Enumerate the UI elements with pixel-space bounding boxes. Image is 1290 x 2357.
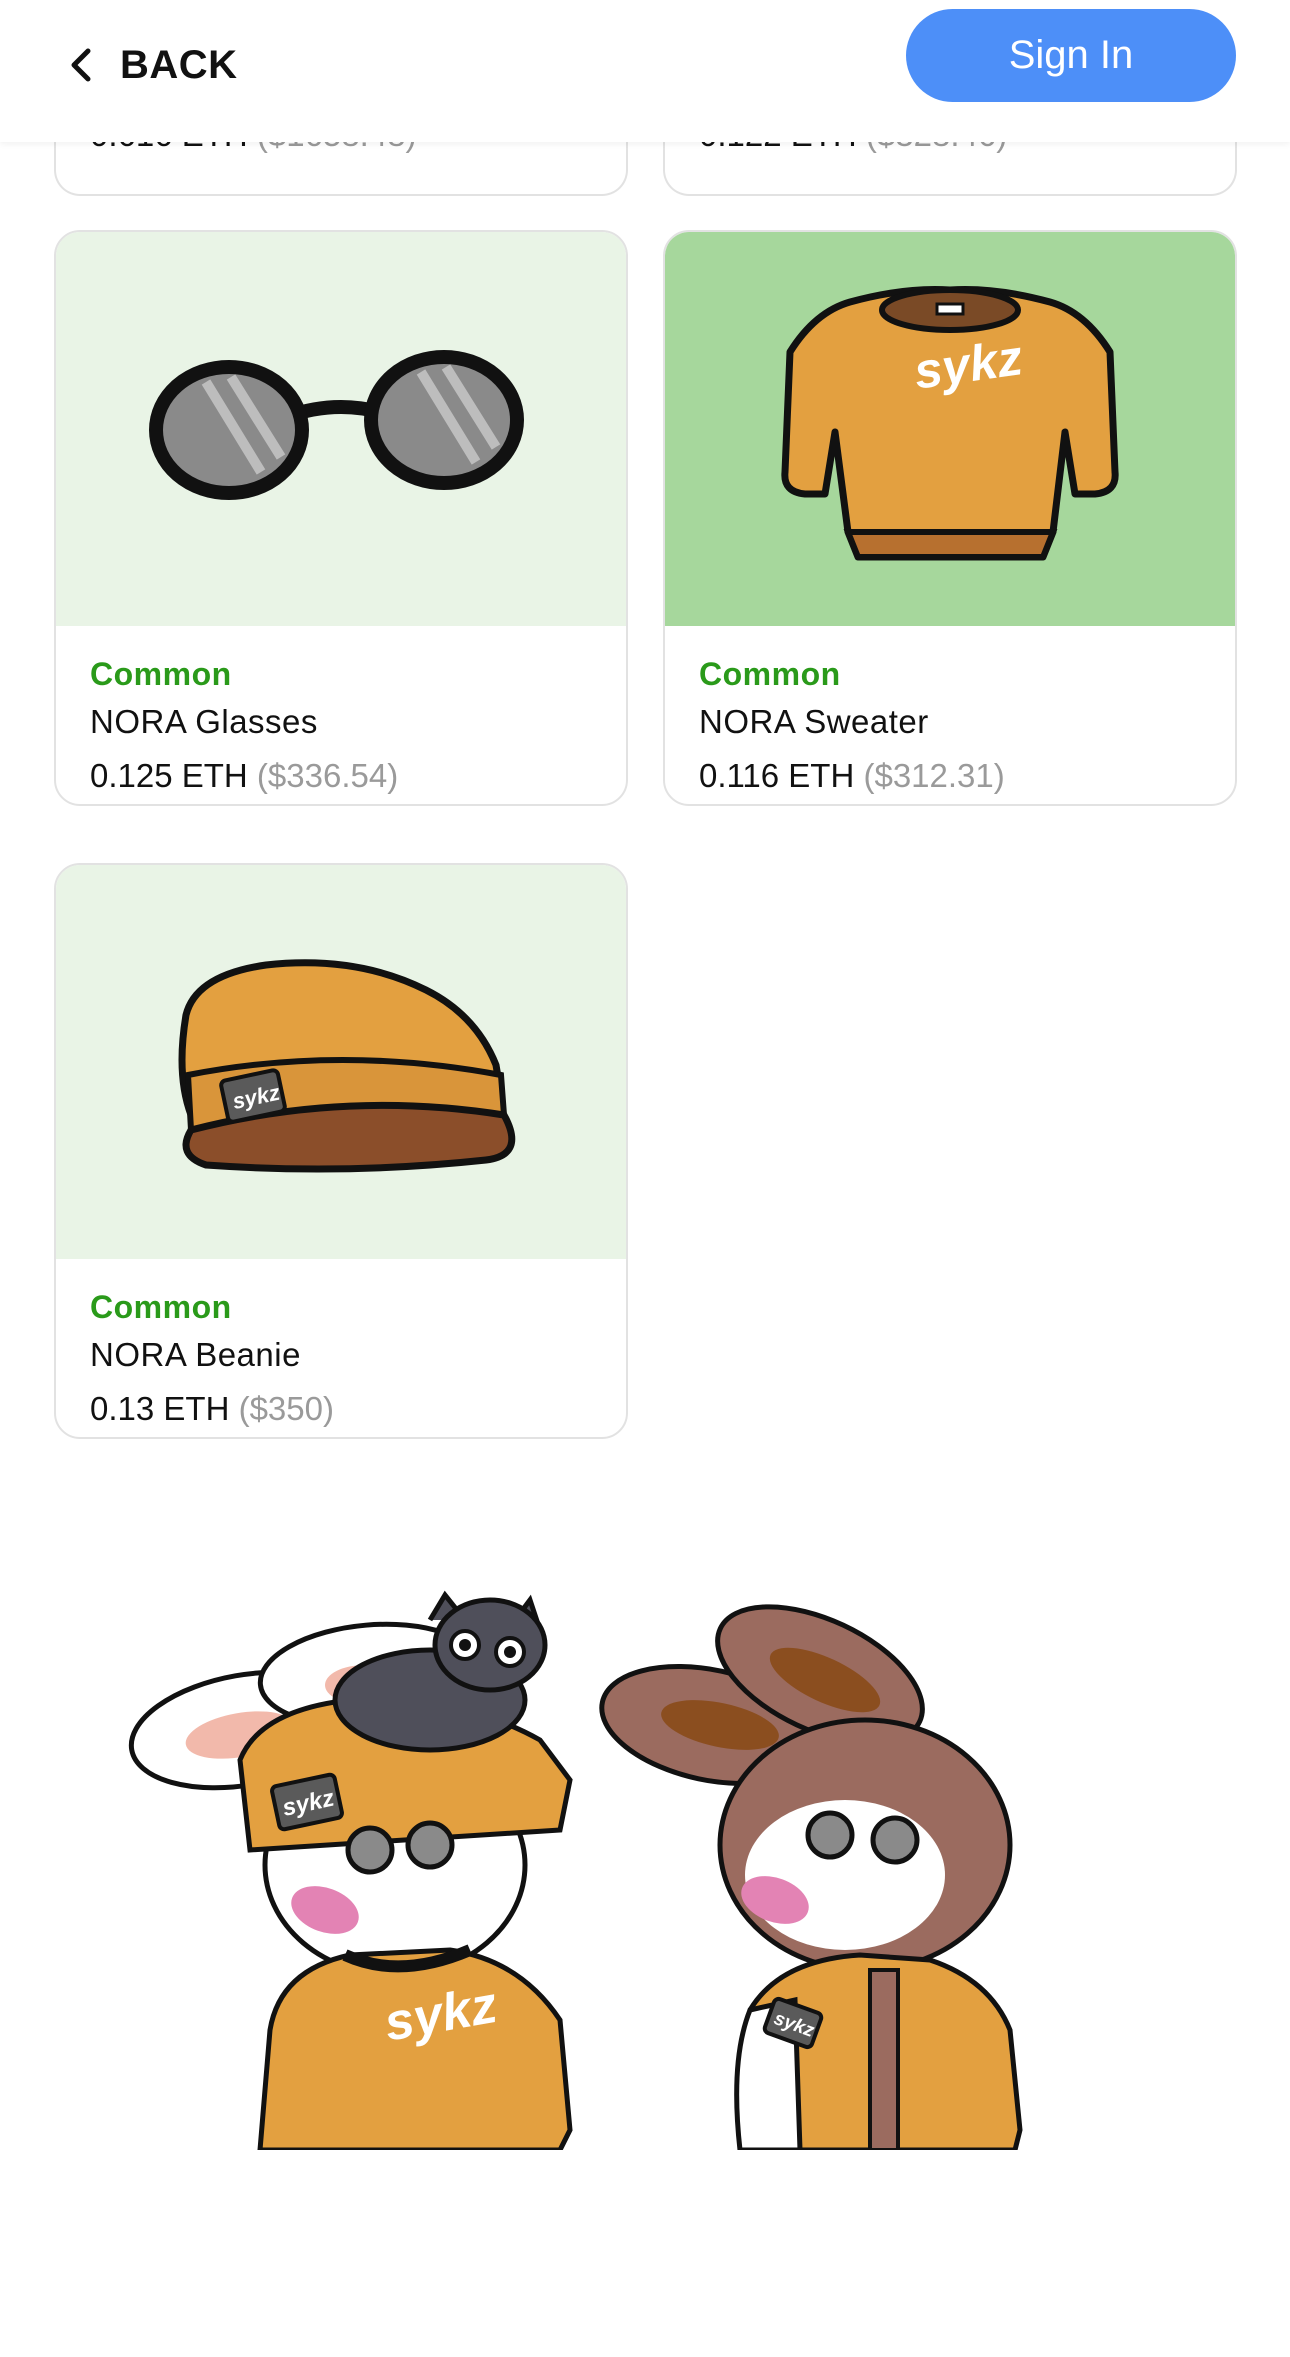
item-image: sykz — [56, 865, 626, 1259]
item-card-sweater[interactable]: sykz Common NORA Sweater 0.116 ETH ($312… — [663, 230, 1237, 806]
price-usd: ($312.31) — [863, 757, 1005, 794]
characters-illustration: sykz sykz sykz — [128, 1590, 1023, 2150]
price-eth: 0.125 ETH — [90, 757, 248, 794]
top-bar: BACK Sign In — [0, 0, 1290, 142]
item-rarity: Common — [699, 656, 841, 692]
sunglasses-image — [149, 350, 524, 500]
brown-bunny-image: sykz — [599, 1604, 1023, 2150]
back-button[interactable]: BACK — [66, 40, 238, 90]
item-price: 0.13 ETH ($350) — [90, 1381, 592, 1437]
item-price: 0.116 ETH ($312.31) — [699, 748, 1201, 804]
beanie-image: sykz — [178, 959, 516, 1173]
back-label: BACK — [120, 42, 238, 87]
chevron-left-icon — [71, 48, 91, 82]
item-card-beanie[interactable]: sykz Common NORA Beanie 0.13 ETH ($350) — [54, 863, 628, 1439]
item-card-glasses[interactable]: Common NORA Glasses 0.125 ETH ($336.54) — [54, 230, 628, 806]
item-name: NORA Beanie — [90, 1336, 301, 1373]
price-usd: ($336.54) — [256, 757, 399, 794]
item-rarity: Common — [90, 656, 232, 692]
item-price: 0.125 ETH ($336.54) — [90, 748, 592, 804]
item-image: sykz — [665, 232, 1235, 626]
item-rarity: Common — [90, 1289, 232, 1325]
bunny-with-cat-image: sykz sykz — [128, 1590, 573, 2150]
item-name: NORA Glasses — [90, 703, 318, 740]
price-eth: 0.13 ETH — [90, 1390, 230, 1427]
item-name: NORA Sweater — [699, 703, 929, 740]
item-image — [56, 232, 626, 626]
price-usd: ($350) — [238, 1390, 334, 1427]
sign-in-button[interactable]: Sign In — [906, 9, 1236, 102]
price-eth: 0.116 ETH — [699, 757, 855, 794]
sweater-image: sykz — [781, 286, 1119, 561]
